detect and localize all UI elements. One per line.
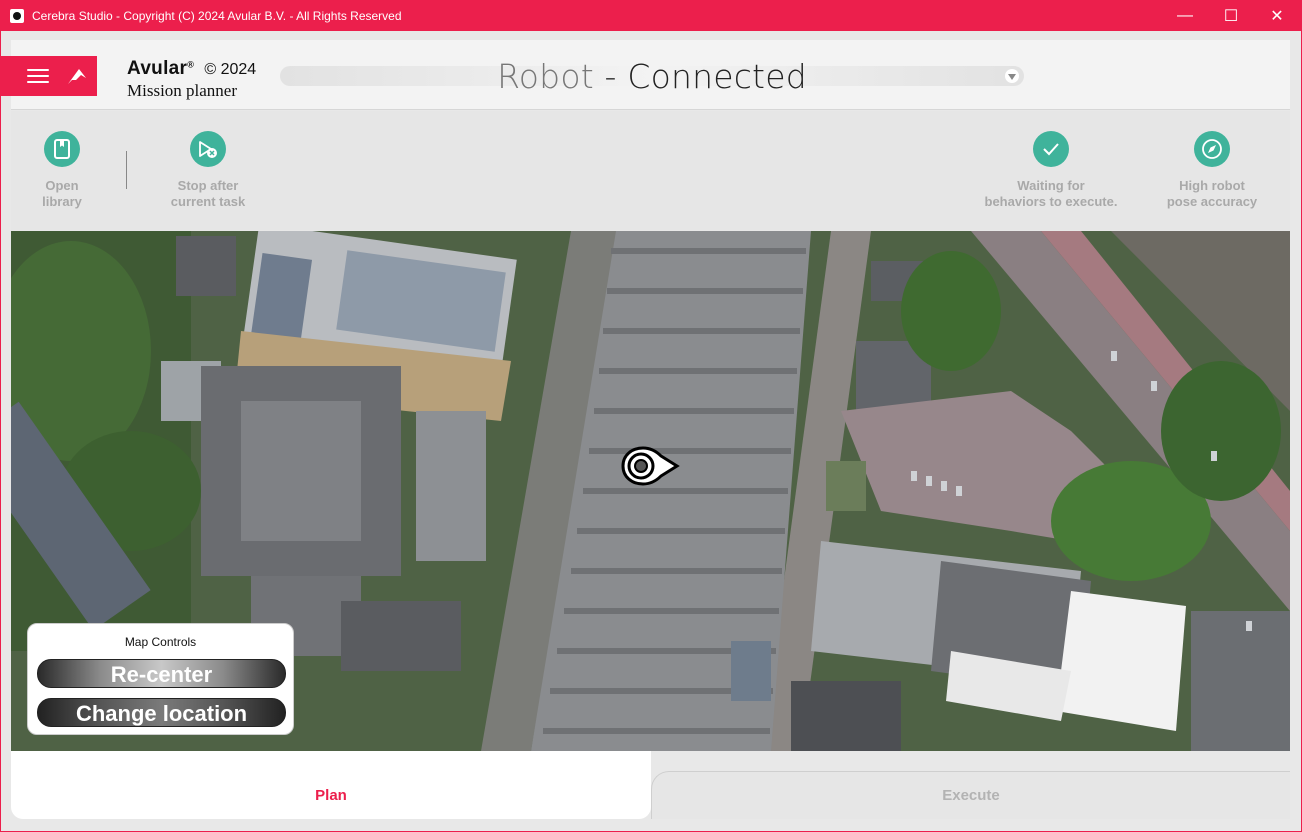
window-title: Cerebra Studio - Copyright (C) 2024 Avul… bbox=[32, 8, 402, 23]
chevron-down-icon[interactable] bbox=[1005, 69, 1019, 83]
robot-status-title[interactable]: Robot - Connected bbox=[280, 57, 1024, 96]
robot-connection-status: - Connected bbox=[593, 57, 807, 96]
tab-plan[interactable]: Plan bbox=[11, 751, 651, 819]
recenter-button[interactable]: Re-center bbox=[37, 659, 286, 688]
tab-execute[interactable]: Execute bbox=[651, 771, 1290, 819]
minimize-button[interactable]: — bbox=[1162, 0, 1208, 31]
close-button[interactable]: ✕ bbox=[1254, 0, 1300, 31]
waiting-status: Waiting for behaviors to execute. bbox=[976, 131, 1126, 210]
toolbar-divider bbox=[126, 151, 127, 189]
pose-accuracy-status: High robot pose accuracy bbox=[1137, 131, 1287, 210]
change-location-button[interactable]: Change location bbox=[37, 698, 286, 727]
open-library-label: Open library bbox=[42, 178, 82, 209]
stop-after-task-button[interactable]: Stop after current task bbox=[133, 131, 283, 210]
cerebra-app-icon bbox=[10, 8, 24, 23]
pose-accuracy-label: High robot pose accuracy bbox=[1166, 178, 1258, 209]
waiting-status-label: Waiting for behaviors to execute. bbox=[984, 178, 1118, 209]
brand-name: Avular bbox=[127, 58, 188, 79]
compass-icon bbox=[1194, 131, 1230, 167]
brand-registered-mark: ® bbox=[187, 59, 194, 70]
window-title-bar: Cerebra Studio - Copyright (C) 2024 Avul… bbox=[0, 0, 1302, 31]
play-stop-icon bbox=[190, 131, 226, 167]
avular-logo-icon bbox=[68, 69, 86, 84]
robot-location-icon[interactable] bbox=[619, 445, 681, 487]
check-icon bbox=[1033, 131, 1069, 167]
robot-label: Robot bbox=[497, 57, 594, 96]
stop-after-task-label: Stop after current task bbox=[170, 178, 246, 209]
brand: Avular® © 2024 Mission planner bbox=[127, 58, 256, 101]
menu-button[interactable] bbox=[0, 56, 97, 96]
brand-copyright: © 2024 bbox=[204, 61, 257, 78]
book-icon bbox=[44, 131, 80, 167]
map-controls-panel: Map Controls Re-center Change location bbox=[27, 623, 294, 735]
map-controls-title: Map Controls bbox=[124, 635, 197, 649]
mode-tabs: Execute Plan bbox=[11, 751, 1290, 819]
hamburger-icon[interactable] bbox=[27, 69, 49, 84]
maximize-button[interactable]: ☐ bbox=[1208, 0, 1254, 31]
open-library-button[interactable]: Open library bbox=[0, 131, 137, 210]
toolbar: Open library Stop after current task Wai… bbox=[11, 111, 1290, 230]
brand-subtitle: Mission planner bbox=[127, 81, 238, 100]
